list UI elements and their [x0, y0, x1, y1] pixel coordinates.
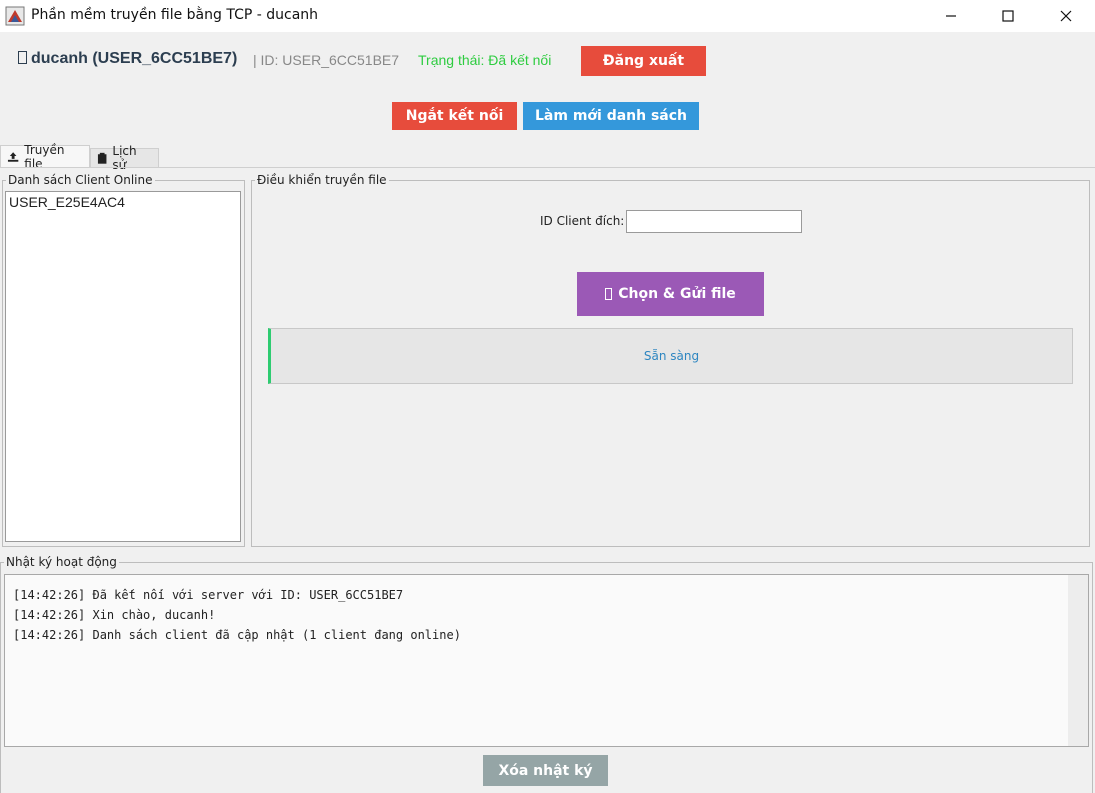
activity-log-title: Nhật ký hoạt động [6, 555, 117, 569]
disconnect-button[interactable]: Ngắt kết nối [392, 102, 517, 130]
window-title: Phần mềm truyền file bằng TCP - ducanh [31, 7, 319, 23]
tab-file-transfer[interactable]: Truyền file [0, 143, 90, 171]
minimize-button[interactable] [928, 0, 974, 32]
log-lines: [14:42:26] Đã kết nối với server với ID:… [13, 585, 461, 645]
close-button[interactable] [1043, 0, 1089, 32]
client-list-title: Danh sách Client Online [8, 173, 153, 187]
transfer-panel-title: Điều khiển truyền file [257, 173, 387, 187]
choose-send-file-button[interactable]: Chọn & Gửi file [577, 272, 764, 316]
user-header: ducanh (USER_6CC51BE7) [18, 50, 237, 68]
connection-status: Trạng thái: Đã kết nối [418, 52, 552, 68]
clear-log-button[interactable]: Xóa nhật ký [483, 755, 608, 786]
minimize-icon [946, 15, 956, 17]
tab-divider [0, 167, 1095, 168]
upload-icon [7, 151, 19, 162]
user-label: ducanh (USER_6CC51BE7) [31, 50, 238, 67]
file-icon [605, 288, 613, 300]
close-icon [1060, 10, 1072, 22]
user-id-label: | ID: USER_6CC51BE7 [253, 52, 400, 68]
maximize-icon [1002, 10, 1014, 22]
logout-button[interactable]: Đăng xuất [581, 46, 706, 76]
progress-status-text: Sẵn sàng [643, 349, 700, 363]
java-app-icon [5, 6, 25, 26]
target-client-label: ID Client đích: [540, 214, 625, 228]
log-line: [14:42:26] Danh sách client đã cập nhật … [13, 628, 461, 642]
tab-history[interactable]: Lịch sử [90, 144, 159, 172]
activity-log[interactable]: [14:42:26] Đã kết nối với server với ID:… [4, 574, 1089, 747]
log-scrollbar[interactable] [1068, 575, 1088, 746]
log-line: [14:42:26] Đã kết nối với server với ID:… [13, 588, 404, 602]
maximize-button[interactable] [985, 0, 1031, 32]
log-line: [14:42:26] Xin chào, ducanh! [13, 608, 216, 622]
target-client-input[interactable] [626, 210, 802, 233]
title-bar: Phần mềm truyền file bằng TCP - ducanh [0, 0, 1095, 32]
transfer-progress: Sẵn sàng [268, 328, 1073, 384]
send-button-label: Chọn & Gửi file [618, 286, 736, 302]
list-item[interactable]: USER_E25E4AC4 [6, 192, 240, 212]
client-list[interactable]: USER_E25E4AC4 [5, 191, 241, 542]
refresh-list-button[interactable]: Làm mới danh sách [523, 102, 699, 130]
user-icon [18, 51, 27, 64]
clipboard-icon [97, 152, 107, 164]
